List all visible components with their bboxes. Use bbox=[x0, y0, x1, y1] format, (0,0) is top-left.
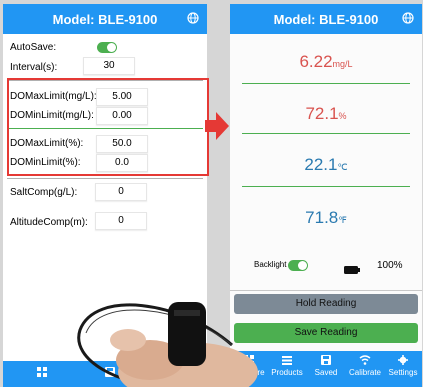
calibrate-nav-icon[interactable] bbox=[135, 367, 173, 380]
salt-comp-label: SaltComp(g/L): bbox=[10, 187, 78, 198]
bottom-nav bbox=[3, 361, 207, 387]
nav-measure[interactable]: Measure bbox=[230, 355, 268, 377]
battery-percent: 100% bbox=[377, 260, 403, 271]
settings-screen: Model: BLE-9100 AutoSave: Interval(s): 3… bbox=[3, 4, 207, 387]
interval-input[interactable]: 30 bbox=[83, 57, 135, 75]
divider bbox=[242, 83, 410, 84]
temp-f-reading: 71.8℉ bbox=[230, 208, 422, 228]
nav-label: Settings bbox=[388, 368, 418, 377]
autosave-label: AutoSave: bbox=[10, 42, 57, 53]
wifi-icon bbox=[359, 355, 371, 365]
do-mgl-value: 6.22 bbox=[299, 52, 333, 71]
autosave-toggle[interactable] bbox=[97, 42, 117, 53]
arrow-right-icon bbox=[205, 112, 229, 140]
measure-nav-icon[interactable] bbox=[23, 367, 61, 380]
nav-calibrate[interactable]: Calibrate bbox=[346, 355, 384, 377]
globe-icon[interactable] bbox=[187, 12, 199, 27]
save-reading-button[interactable]: Save Reading bbox=[234, 323, 418, 343]
altitude-comp-label: AltitudeComp(m): bbox=[10, 217, 88, 228]
save-icon bbox=[321, 355, 331, 365]
temp-c-unit: ℃ bbox=[337, 162, 348, 172]
do-mgl-unit: mg/L bbox=[332, 59, 353, 69]
backlight-toggle[interactable] bbox=[288, 260, 308, 271]
app-title: Model: BLE-9100 bbox=[52, 11, 158, 27]
backlight-label: Backlight bbox=[254, 260, 287, 269]
nav-label: Saved bbox=[314, 368, 338, 377]
temp-f-unit: ℉ bbox=[338, 215, 347, 225]
saved-nav-icon[interactable] bbox=[91, 367, 129, 380]
highlight-box bbox=[7, 78, 209, 176]
nav-settings[interactable]: Settings bbox=[384, 355, 422, 377]
temp-c-value: 22.1 bbox=[304, 155, 338, 174]
bottom-nav: Measure Products Saved Calibrate Setting… bbox=[230, 351, 422, 387]
app-title: Model: BLE-9100 bbox=[273, 11, 379, 27]
divider bbox=[242, 133, 410, 134]
do-mgl-reading: 6.22mg/L bbox=[230, 52, 422, 72]
globe-icon[interactable] bbox=[402, 12, 414, 27]
do-pct-value: 72.1 bbox=[305, 104, 339, 123]
app-header: Model: BLE-9100 bbox=[230, 4, 422, 34]
divider bbox=[230, 290, 422, 291]
app-header: Model: BLE-9100 bbox=[3, 4, 207, 34]
interval-label: Interval(s): bbox=[10, 62, 58, 73]
divider bbox=[7, 178, 203, 179]
measure-screen: Model: BLE-9100 6.22mg/L 72.1% 22.1℃ 71.… bbox=[230, 4, 422, 387]
battery-icon bbox=[344, 261, 360, 279]
list-icon bbox=[282, 356, 292, 365]
do-pct-unit: % bbox=[338, 111, 347, 121]
nav-label: Products bbox=[271, 368, 303, 377]
nav-label: Calibrate bbox=[348, 368, 381, 377]
nav-label: Measure bbox=[233, 368, 265, 377]
grid-icon bbox=[244, 355, 254, 365]
divider bbox=[242, 186, 410, 187]
do-pct-reading: 72.1% bbox=[230, 104, 422, 124]
nav-products[interactable]: Products bbox=[268, 355, 306, 377]
nav-saved[interactable]: Saved bbox=[307, 355, 345, 377]
altitude-comp-input[interactable]: 0 bbox=[95, 212, 147, 230]
gear-icon bbox=[398, 355, 408, 365]
salt-comp-input[interactable]: 0 bbox=[95, 183, 147, 201]
hold-reading-button[interactable]: Hold Reading bbox=[234, 294, 418, 314]
temp-c-reading: 22.1℃ bbox=[230, 155, 422, 175]
temp-f-value: 71.8 bbox=[305, 208, 339, 227]
